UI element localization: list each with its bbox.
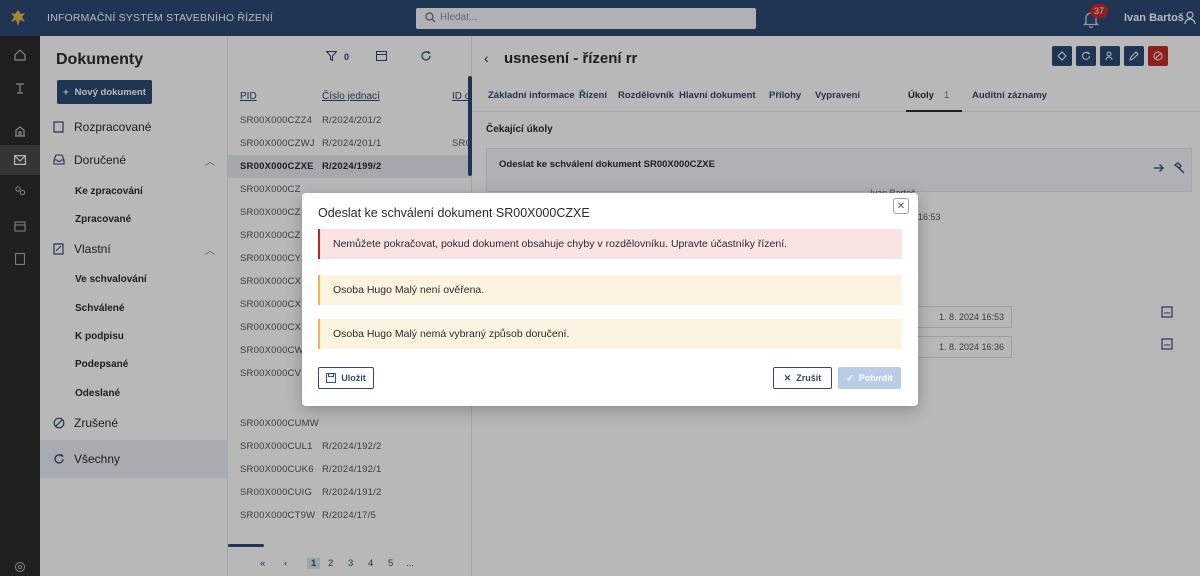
check-icon: ✓ (846, 372, 854, 383)
warning-alert: Osoba Hugo Malý není ověřena. (318, 275, 902, 305)
confirm-button[interactable]: ✓ Potvrdit (838, 367, 901, 389)
x-icon: ✕ (783, 372, 792, 383)
error-message: Nemůžete pokračovat, pokud dokument obsa… (333, 238, 788, 250)
send-for-approval-dialog: Odeslat ke schválení dokument SR00X000CZ… (302, 193, 918, 406)
dialog-title: Odeslat ke schválení dokument SR00X000CZ… (318, 206, 590, 220)
warning-alert: Osoba Hugo Malý nemá vybraný způsob doru… (318, 319, 902, 349)
close-icon[interactable]: ✕ (893, 198, 909, 214)
save-icon (326, 373, 337, 383)
cancel-button[interactable]: ✕ Zrušit (773, 367, 832, 389)
save-button[interactable]: Uložit (318, 367, 374, 389)
warning-message-2: Osoba Hugo Malý nemá vybraný způsob doru… (333, 328, 570, 340)
warning-message-1: Osoba Hugo Malý není ověřena. (333, 284, 485, 296)
error-alert: Nemůžete pokračovat, pokud dokument obsa… (318, 229, 902, 259)
